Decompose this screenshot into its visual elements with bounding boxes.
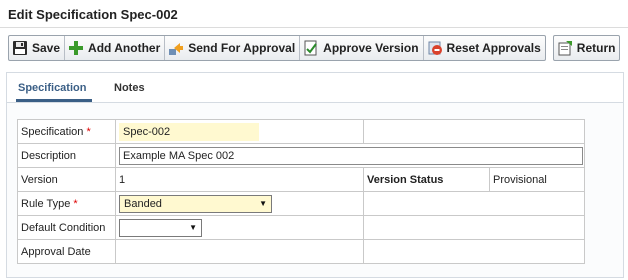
send-for-approval-button[interactable]: Send For Approval bbox=[165, 36, 301, 60]
version-label: Version bbox=[17, 167, 116, 192]
approve-version-label: Approve Version bbox=[323, 41, 419, 55]
tab-specification[interactable]: Specification bbox=[18, 82, 86, 94]
title-divider bbox=[0, 27, 628, 28]
save-label: Save bbox=[32, 41, 61, 55]
description-input[interactable]: Example MA Spec 002 bbox=[119, 146, 583, 165]
empty-cell bbox=[363, 191, 585, 216]
form-row-default-condition: Default Condition ▼ bbox=[17, 215, 585, 240]
version-status-label: Version Status bbox=[363, 167, 490, 192]
approval-date-value bbox=[115, 239, 364, 264]
toolbar-main-group: Save Add Another Send For Approval Appro… bbox=[8, 35, 546, 61]
specification-input[interactable]: Spec-002 bbox=[119, 122, 259, 141]
required-marker: * bbox=[73, 197, 78, 210]
description-label: Description bbox=[17, 143, 116, 168]
reset-approvals-label: Reset Approvals bbox=[446, 41, 541, 55]
specification-label: Specification bbox=[21, 125, 84, 138]
page-title: Edit Specification Spec-002 bbox=[8, 7, 178, 22]
return-button[interactable]: Return bbox=[554, 36, 620, 60]
return-label: Return bbox=[576, 41, 616, 55]
dropdown-arrow-icon: ▼ bbox=[259, 199, 267, 208]
save-button[interactable]: Save bbox=[9, 36, 66, 60]
floppy-disk-icon bbox=[12, 40, 28, 56]
form-row-specification: Specification * Spec-002 bbox=[17, 119, 585, 144]
send-arrow-icon bbox=[168, 40, 184, 56]
add-another-button[interactable]: Add Another bbox=[65, 36, 166, 60]
tab-notes[interactable]: Notes bbox=[114, 82, 145, 94]
approve-document-icon bbox=[303, 40, 319, 56]
toolbar: Save Add Another Send For Approval Appro… bbox=[8, 35, 621, 61]
form-row-version: Version 1 Version Status Provisional bbox=[17, 167, 585, 192]
add-another-label: Add Another bbox=[88, 41, 161, 55]
toolbar-return-group: Return bbox=[552, 35, 621, 61]
reset-icon bbox=[427, 40, 443, 56]
return-document-icon bbox=[557, 40, 573, 56]
version-value: 1 bbox=[115, 167, 364, 192]
specification-form: Specification * Spec-002 Description Exa… bbox=[17, 119, 585, 264]
form-row-description: Description Example MA Spec 002 bbox=[17, 143, 585, 168]
specification-value-cell: Spec-002 bbox=[115, 119, 364, 144]
green-plus-icon bbox=[68, 40, 84, 56]
send-for-approval-label: Send For Approval bbox=[188, 41, 296, 55]
form-row-rule-type: Rule Type * Banded ▼ bbox=[17, 191, 585, 216]
tab-bar: Specification Notes bbox=[7, 73, 623, 103]
rule-type-label-cell: Rule Type * bbox=[17, 191, 116, 216]
form-panel: Specification Notes Specification * Spec… bbox=[6, 72, 624, 278]
required-marker: * bbox=[86, 125, 91, 138]
empty-cell bbox=[363, 239, 585, 264]
rule-type-selected: Banded bbox=[124, 197, 162, 210]
form-row-approval-date: Approval Date bbox=[17, 239, 585, 264]
rule-type-label: Rule Type bbox=[21, 197, 71, 210]
rule-type-select[interactable]: Banded ▼ bbox=[119, 194, 272, 213]
default-condition-label: Default Condition bbox=[17, 215, 116, 240]
approve-version-button[interactable]: Approve Version bbox=[300, 36, 424, 60]
default-condition-select[interactable]: ▼ bbox=[119, 218, 202, 237]
approval-date-label: Approval Date bbox=[17, 239, 116, 264]
specification-label-cell: Specification * bbox=[17, 119, 116, 144]
rule-type-value-cell: Banded ▼ bbox=[115, 191, 364, 216]
dropdown-arrow-icon: ▼ bbox=[189, 223, 197, 232]
description-value-cell: Example MA Spec 002 bbox=[115, 143, 585, 168]
version-status-value: Provisional bbox=[489, 167, 585, 192]
default-condition-value-cell: ▼ bbox=[115, 215, 364, 240]
reset-approvals-button[interactable]: Reset Approvals bbox=[424, 36, 545, 60]
empty-cell bbox=[363, 215, 585, 240]
active-tab-indicator bbox=[16, 99, 92, 102]
empty-cell bbox=[363, 119, 585, 144]
